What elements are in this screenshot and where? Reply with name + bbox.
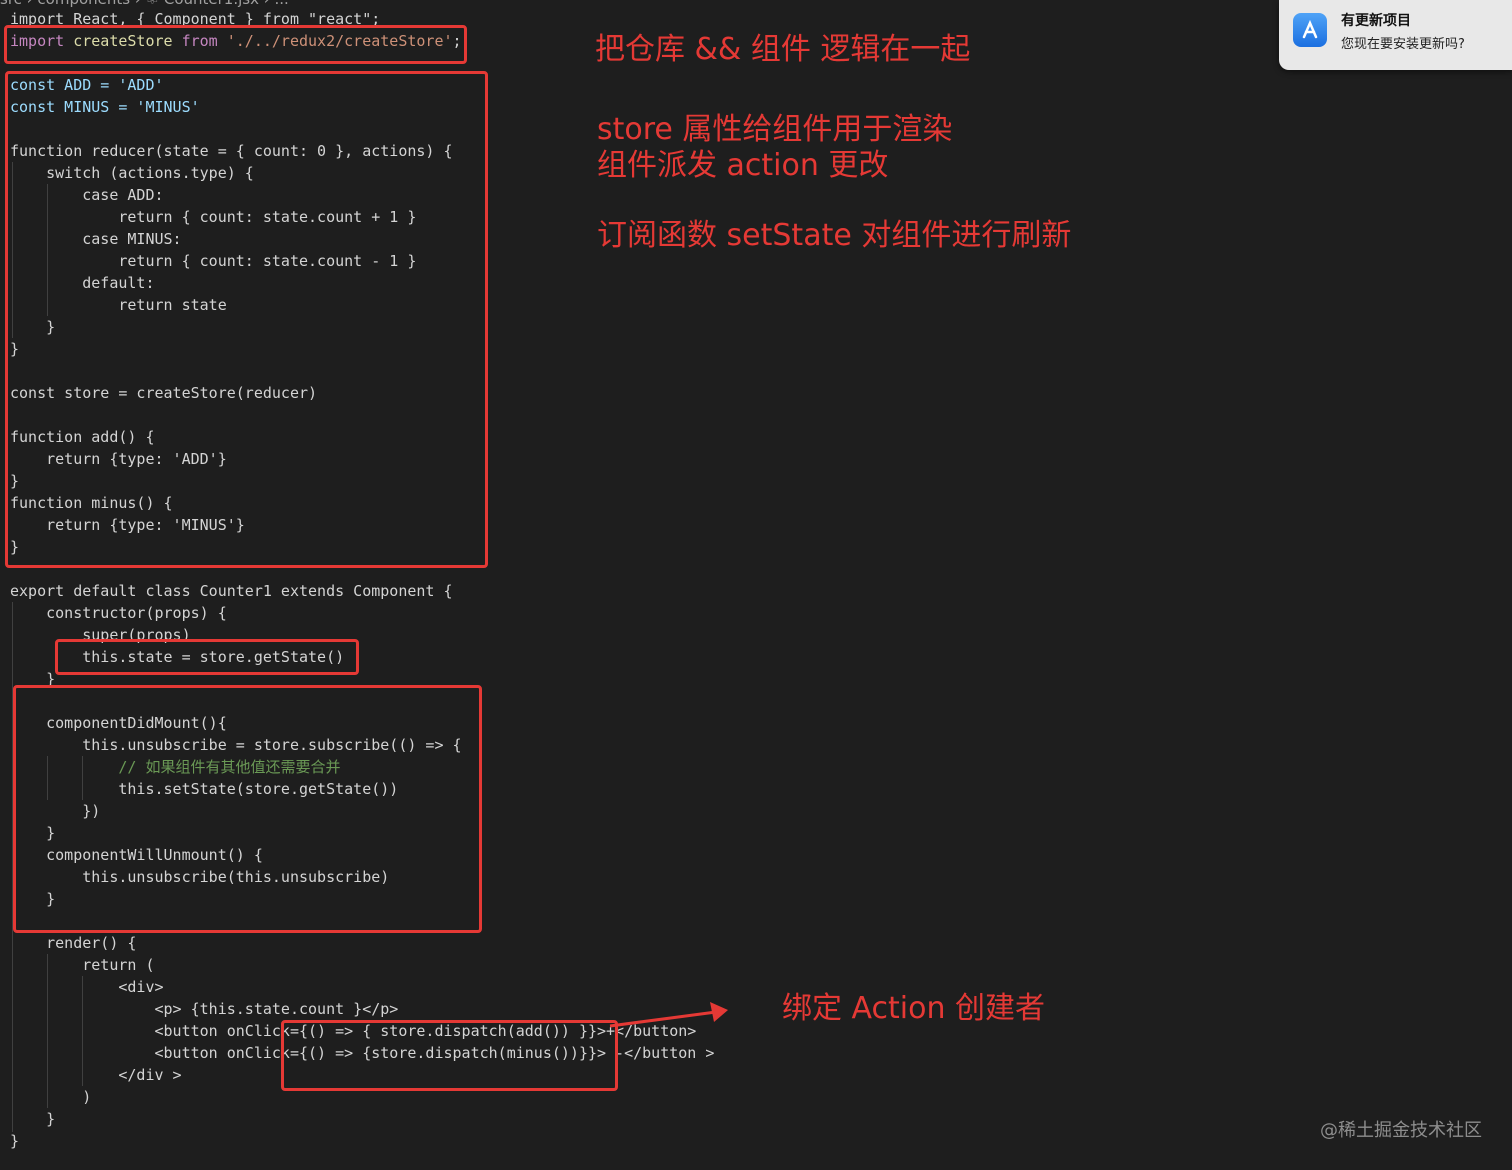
code-line[interactable]: <p> {this.state.count }</p>	[10, 998, 398, 1020]
code-line[interactable]: return (	[10, 954, 154, 976]
code-line[interactable]: <div>	[10, 976, 163, 998]
annotation-store-component: 把仓库 && 组件 逻辑在一起	[595, 32, 971, 67]
code-line[interactable]: }	[10, 1108, 55, 1130]
code-line[interactable]: export default class Counter1 extends Co…	[10, 580, 453, 602]
notification-title: 有更新项目	[1341, 13, 1411, 29]
highlight-box-import	[4, 25, 467, 64]
code-line[interactable]: constructor(props) {	[10, 602, 227, 624]
annotation-subscribe: 订阅函数 setState 对组件进行刷新	[597, 218, 1072, 253]
annotation-bind-action: 绑定 Action 创建者	[782, 991, 1046, 1026]
highlight-box-dispatch	[281, 1020, 618, 1091]
annotation-dispatch-action: 组件派发 action 更改	[597, 148, 889, 183]
highlight-box-getstate	[55, 639, 359, 675]
breadcrumb[interactable]: src › components › ⚛ Counter1.jsx › ...	[0, 0, 289, 8]
highlight-box-subscribe	[13, 685, 482, 933]
arrow-icon	[609, 1002, 728, 1028]
update-notification[interactable]: 有更新项目 您现在要安装更新吗?	[1279, 0, 1512, 70]
code-line[interactable]: )	[10, 1086, 91, 1108]
highlight-box-store-logic	[5, 71, 488, 568]
code-line[interactable]: }	[10, 1130, 19, 1152]
watermark: @稀土掘金技术社区	[1320, 1120, 1482, 1141]
notification-body: 您现在要安装更新吗?	[1341, 37, 1465, 52]
app-store-icon	[1293, 13, 1327, 47]
code-line[interactable]: render() {	[10, 932, 136, 954]
annotation-store-props: store 属性给组件用于渲染	[597, 112, 953, 147]
code-line[interactable]: </div >	[10, 1064, 181, 1086]
